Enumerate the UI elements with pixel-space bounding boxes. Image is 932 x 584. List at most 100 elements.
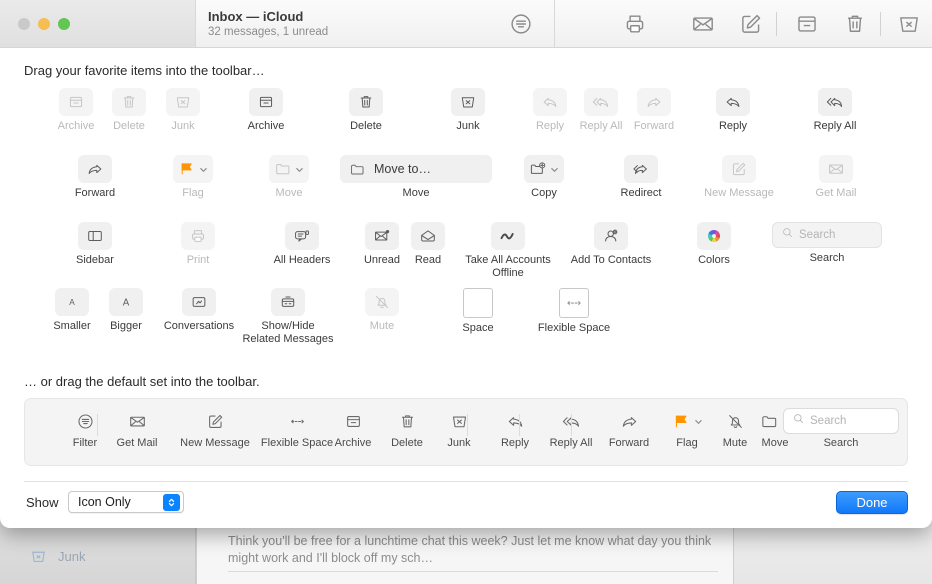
default-set-separator-4 (571, 414, 572, 436)
default-item-archive[interactable]: Archive (321, 408, 385, 450)
drag-hint-top: Drag your favorite items into the toolba… (24, 63, 265, 78)
titlebar-separator-1 (776, 12, 777, 36)
palette-item-mute[interactable]: Mute (356, 288, 408, 333)
filter-icon[interactable] (508, 11, 534, 37)
palette-item-junk[interactable]: Junk (440, 88, 496, 133)
get-mail-icon[interactable] (690, 11, 716, 37)
show-label: Show (26, 495, 59, 510)
svg-text:A: A (69, 298, 75, 307)
default-toolbar-set[interactable]: FilterGet MailNew MessageFlexible SpaceA… (24, 398, 908, 466)
junk-bin-icon (431, 408, 487, 434)
move-to-chip[interactable]: Move to… (340, 155, 492, 183)
default-item-junk[interactable]: Junk (431, 408, 487, 450)
palette-item-new-message[interactable]: New Message (694, 155, 784, 200)
flexible-space-icon (559, 288, 589, 318)
palette-item-flag[interactable]: Flag (166, 155, 220, 200)
sidebar-item-junk[interactable]: Junk (30, 548, 85, 565)
search-icon (781, 226, 794, 244)
zoom-button[interactable] (58, 18, 70, 30)
default-item-label: Flag (659, 437, 715, 450)
palette-item-add-to-contacts[interactable]: Add To Contacts (562, 222, 660, 267)
palette-item-sidebar[interactable]: Sidebar (64, 222, 126, 267)
palette-item-conversations[interactable]: Conversations (152, 288, 246, 333)
palette-item-read[interactable]: Read (404, 222, 452, 267)
palette-item-show-hide-related-messages[interactable]: Show/Hide Related Messages (242, 288, 334, 346)
palette-item-label: Delete (336, 120, 396, 133)
chevron-up-down-icon[interactable] (163, 494, 180, 511)
default-item-label: Reply (485, 437, 545, 450)
flag-orange-icon (173, 155, 213, 183)
delete-icon[interactable] (842, 11, 868, 37)
palette-item-label: Search (772, 252, 882, 265)
palette-item-reply-all[interactable]: Reply All (570, 88, 632, 133)
palette-item-bigger[interactable]: ABigger (100, 288, 152, 333)
palette-item-label: New Message (694, 187, 784, 200)
related-messages-icon (271, 288, 305, 316)
palette-item-label: Reply (704, 120, 762, 133)
palette-item-delete[interactable]: Delete (336, 88, 396, 133)
palette-item-label: Flexible Space (532, 322, 616, 335)
palette-item-reply-all[interactable]: Reply All (802, 88, 868, 133)
default-item-flag[interactable]: Flag (659, 408, 715, 450)
palette-item-unread[interactable]: Unread (356, 222, 408, 267)
junk-icon[interactable] (896, 11, 922, 37)
search-placeholder: Search (799, 229, 835, 241)
new-message-icon[interactable] (738, 11, 764, 37)
palette-item-space[interactable]: Space (452, 288, 504, 335)
palette-item-forward[interactable]: Forward (64, 155, 126, 200)
palette-item-label: Forward (64, 187, 126, 200)
default-item-reply[interactable]: Reply (485, 408, 545, 450)
close-button[interactable] (18, 18, 30, 30)
palette-item-label: All Headers (262, 254, 342, 267)
palette-item-forward[interactable]: Forward (624, 88, 684, 133)
done-button[interactable]: Done (836, 491, 908, 514)
palette-item-label: Take All Accounts Offline (462, 254, 554, 280)
palette-item-redirect[interactable]: Redirect (610, 155, 672, 200)
archive-icon[interactable] (794, 11, 820, 37)
minimize-button[interactable] (38, 18, 50, 30)
palette-item-reply[interactable]: Reply (704, 88, 762, 133)
palette-item-junk[interactable]: Junk (154, 88, 212, 133)
palette-item-flexible-space[interactable]: Flexible Space (532, 288, 616, 335)
svg-text:A: A (123, 297, 130, 308)
chevron-down-icon (694, 417, 703, 426)
junk-bin-icon (166, 88, 200, 116)
reply-icon (716, 88, 750, 116)
palette-item-label: Flag (166, 187, 220, 200)
palette-item-delete[interactable]: Delete (100, 88, 158, 133)
palette-item-search[interactable]: Search Search (772, 222, 882, 265)
palette-item-print[interactable]: Print (170, 222, 226, 267)
palette-item-label: Read (404, 254, 452, 267)
offline-icon (491, 222, 525, 250)
search-placeholder: Search (810, 415, 846, 427)
palette-item-move[interactable]: Move to…Move (340, 155, 492, 200)
palette-item-move[interactable]: Move (262, 155, 316, 200)
footer-divider (24, 481, 908, 482)
palette-item-label: Copy (518, 187, 570, 200)
default-item-get-mail[interactable]: Get Mail (101, 408, 173, 450)
print-icon[interactable] (622, 11, 648, 37)
palette-item-label: Get Mail (804, 187, 868, 200)
redirect-icon (624, 155, 658, 183)
palette-item-colors[interactable]: Colors (686, 222, 742, 267)
palette-item-get-mail[interactable]: Get Mail (804, 155, 868, 200)
show-select[interactable]: Icon Only (68, 491, 184, 513)
palette-item-take-all-accounts-offline[interactable]: Take All Accounts Offline (462, 222, 554, 280)
default-item-delete[interactable]: Delete (377, 408, 437, 450)
junk-bin-icon (30, 548, 47, 565)
palette-item-label: Move (262, 187, 316, 200)
default-set-separator-1 (97, 414, 98, 436)
palette-item-copy[interactable]: Copy (518, 155, 570, 200)
default-item-forward[interactable]: Forward (597, 408, 661, 450)
palette-item-archive[interactable]: Archive (44, 88, 108, 133)
conversations-icon (182, 288, 216, 316)
default-search-input[interactable]: Search (783, 408, 899, 434)
space-box-icon (463, 288, 493, 318)
palette-item-smaller[interactable]: ASmaller (46, 288, 98, 333)
palette-item-all-headers[interactable]: All Headers (262, 222, 342, 267)
default-item-search[interactable]: SearchSearch (783, 408, 899, 450)
reply-all-icon (584, 88, 618, 116)
search-input[interactable]: Search (772, 222, 882, 248)
palette-item-archive[interactable]: Archive (234, 88, 298, 133)
palette-item-label: Junk (440, 120, 496, 133)
